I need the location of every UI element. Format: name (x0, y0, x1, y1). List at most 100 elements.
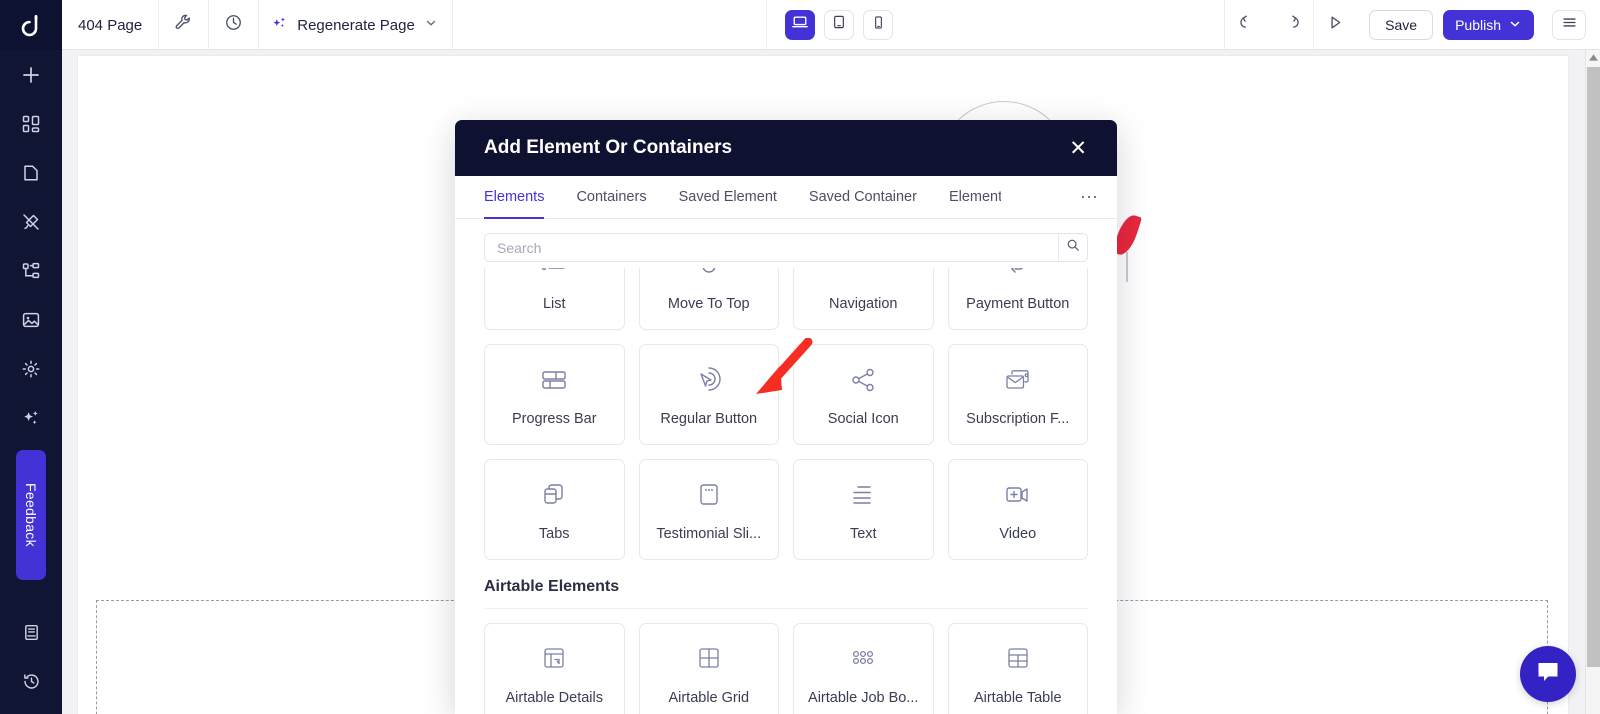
chevron-down-icon (424, 16, 438, 34)
save-button[interactable]: Save (1369, 10, 1434, 40)
image-icon (21, 310, 41, 330)
airtable-section-title: Airtable Elements (484, 578, 620, 595)
redo-icon (1282, 13, 1301, 37)
element-card-subscription-form[interactable]: Subscription F... (947, 344, 1088, 445)
rail-item-ai[interactable] (0, 393, 62, 442)
page-icon (21, 163, 41, 183)
tab-saved-container[interactable]: Saved Container (793, 176, 933, 218)
redo-button[interactable] (1269, 0, 1313, 50)
publish-label: Publish (1455, 17, 1502, 33)
hamburger-menu-icon (1561, 14, 1578, 36)
element-card-regular-button[interactable]: Regular Button (638, 344, 779, 445)
tablet-icon (831, 14, 847, 35)
element-card-airtable-details[interactable]: Airtable Details (484, 623, 625, 714)
gear-icon (21, 359, 41, 379)
device-desktop-button[interactable] (785, 9, 815, 40)
ellipsis-icon[interactable]: ⋯ (1062, 176, 1117, 218)
device-mobile-button[interactable] (863, 9, 893, 40)
revision-history-button[interactable] (209, 0, 260, 50)
rail-item-layers[interactable] (0, 246, 62, 295)
scroll-up-arrow-icon[interactable] (1586, 50, 1600, 65)
clock-icon (224, 13, 243, 37)
element-card-label: Social Icon (827, 410, 899, 427)
scrollbar-thumb[interactable] (1587, 67, 1600, 667)
subscription-form-icon (1001, 363, 1035, 397)
element-card-airtable-grid[interactable]: Airtable Grid (638, 623, 779, 714)
tab-saved-element[interactable]: Saved Element (663, 176, 793, 218)
element-card-label: Navigation (828, 295, 898, 312)
element-card-video[interactable]: Video (947, 459, 1088, 560)
element-card-text[interactable]: Text (793, 459, 934, 560)
element-card-testimonial-slider[interactable]: Testimonial Sli... (638, 459, 779, 560)
element-card-navigation[interactable]: Navigation (793, 268, 934, 330)
testimonial-slider-icon (692, 478, 726, 512)
element-card-label: Airtable Grid (668, 689, 750, 706)
element-card-tabs[interactable]: Tabs (484, 459, 625, 560)
search-input[interactable] (485, 234, 1058, 261)
element-card-payment-button[interactable]: Payment Button (947, 268, 1088, 330)
element-card-label: Video (999, 525, 1037, 542)
publish-button[interactable]: Publish (1443, 10, 1535, 40)
text-lines-icon (846, 478, 880, 512)
element-card-label: Regular Button (660, 410, 758, 427)
regenerate-page-button[interactable]: Regenerate Page (259, 0, 453, 50)
chat-support-button[interactable] (1520, 646, 1576, 702)
page-name-label[interactable]: 404 Page (62, 0, 160, 50)
element-row-2: Progress Bar Regular Button Social Icon … (484, 344, 1088, 445)
rail-item-docs[interactable] (0, 608, 62, 657)
main-menu-button[interactable] (1552, 10, 1587, 40)
tab-containers[interactable]: Containers (560, 176, 662, 218)
element-card-social-icon[interactable]: Social Icon (793, 344, 934, 445)
regular-button-icon (692, 363, 726, 397)
modal-scroll-body[interactable]: List Move To Top Navigation Payment Butt… (455, 268, 1117, 714)
element-card-label: Testimonial Sli... (656, 525, 762, 542)
settings-wrench-button[interactable] (159, 0, 210, 50)
regenerate-page-label: Regenerate Page (297, 16, 415, 34)
element-card-label: Text (849, 525, 877, 542)
rail-item-add[interactable] (0, 50, 62, 99)
airtable-element-row: Airtable Details Airtable Grid Airtable … (484, 623, 1088, 714)
rail-item-blocks[interactable] (0, 99, 62, 148)
undo-button[interactable] (1225, 0, 1269, 50)
preview-button[interactable] (1313, 0, 1357, 50)
element-card-label: List (542, 295, 566, 312)
sparkles-icon (21, 408, 41, 428)
element-card-airtable-table[interactable]: Airtable Table (947, 623, 1088, 714)
add-element-modal: Add Element Or Containers ✕ Elements Con… (455, 120, 1117, 714)
element-card-label: Airtable Job Bo... (808, 689, 919, 706)
phone-icon (871, 15, 886, 35)
device-tablet-button[interactable] (824, 9, 854, 40)
element-card-progress-bar[interactable]: Progress Bar (484, 344, 625, 445)
search-box (484, 233, 1088, 262)
device-preview-switcher (767, 0, 911, 49)
move-to-top-icon (692, 268, 726, 282)
feedback-button[interactable]: Feedback (16, 450, 46, 580)
element-row-clipped: List Move To Top Navigation Payment Butt… (484, 268, 1088, 330)
left-rail: Feedback (0, 0, 62, 714)
modal-tabs: Elements Containers Saved Element Saved … (455, 176, 1117, 219)
rail-item-media[interactable] (0, 295, 62, 344)
rail-item-pages[interactable] (0, 148, 62, 197)
toolbar-gap-left (453, 0, 767, 49)
page-vertical-scrollbar[interactable] (1585, 50, 1600, 714)
close-icon[interactable]: ✕ (1063, 134, 1093, 163)
tab-elements[interactable]: Elements (484, 176, 560, 219)
airtable-grid-icon (692, 642, 726, 676)
airtable-jobboard-icon (846, 642, 880, 676)
payment-button-icon (1001, 268, 1035, 282)
element-card-move-to-top[interactable]: Move To Top (638, 268, 779, 330)
search-icon (1066, 238, 1080, 257)
plus-icon (21, 65, 41, 85)
element-card-list[interactable]: List (484, 268, 625, 330)
brand-d-logo[interactable] (0, 0, 62, 50)
book-icon (22, 623, 41, 642)
rail-item-theme[interactable] (0, 197, 62, 246)
tab-element-sets[interactable]: Element S (933, 176, 1001, 218)
element-card-airtable-job-board[interactable]: Airtable Job Bo... (793, 623, 934, 714)
search-submit-button[interactable] (1058, 234, 1087, 261)
rail-item-settings[interactable] (0, 344, 62, 393)
rail-item-history[interactable] (0, 657, 62, 706)
airtable-details-icon (537, 642, 571, 676)
editor-root: Feedback 404 Page Regenerate Page Save P… (0, 0, 1600, 714)
undo-icon (1238, 13, 1257, 37)
